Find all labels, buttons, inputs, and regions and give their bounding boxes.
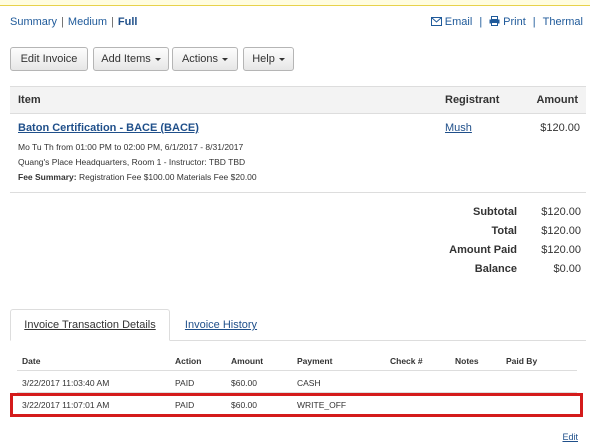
tab-transaction-details[interactable]: Invoice Transaction Details	[10, 309, 170, 341]
view-summary-link[interactable]: Summary	[10, 16, 57, 28]
edit-link[interactable]: Edit	[562, 432, 578, 442]
tab-invoice-history-label: Invoice History	[184, 319, 258, 331]
item-title-link[interactable]: Baton Certification - BACE (BACE)	[18, 122, 199, 134]
actions-label: Actions	[181, 53, 219, 65]
fee-summary-label: Fee Summary:	[18, 172, 77, 182]
payment-column-header: Payment	[297, 356, 333, 366]
item-fee-summary: Fee Summary: Registration Fee $100.00 Ma…	[18, 172, 257, 182]
item-location: Quang's Place Headquarters, Room 1 - Ins…	[18, 157, 246, 167]
top-notice-border	[0, 0, 590, 6]
registrant-column-header: Registrant	[445, 94, 500, 106]
thermal-link[interactable]: Thermal	[543, 16, 583, 28]
subtotal-label: Subtotal	[473, 206, 517, 218]
view-medium-link[interactable]: Medium	[68, 16, 107, 28]
table-header-divider	[17, 370, 577, 371]
separator: |	[532, 16, 536, 28]
edit-invoice-label: Edit Invoice	[20, 53, 78, 65]
email-label: Email	[444, 16, 473, 28]
highlight-annotation-box	[10, 393, 583, 417]
help-label: Help	[252, 53, 275, 65]
email-link[interactable]: Email	[430, 16, 473, 28]
amount-paid-label: Amount Paid	[449, 244, 517, 256]
caret-down-icon	[154, 57, 161, 61]
transaction-payment: CASH	[297, 378, 321, 388]
balance-label: Balance	[474, 263, 517, 275]
view-full-link[interactable]: Full	[118, 16, 138, 28]
transaction-amount: $60.00	[231, 378, 257, 388]
tab-invoice-history[interactable]: Invoice History	[175, 309, 267, 341]
actions-button[interactable]: Actions	[172, 47, 238, 71]
view-switcher: Summary | Medium | Full	[10, 16, 137, 28]
utility-links: Email | Print | Thermal	[430, 16, 583, 28]
tab-transaction-details-label: Invoice Transaction Details	[24, 319, 156, 331]
print-label: Print	[503, 16, 526, 28]
balance-value: $0.00	[553, 263, 581, 275]
paid-by-column-header: Paid By	[506, 356, 538, 366]
transaction-date: 3/22/2017 11:03:40 AM	[22, 378, 110, 388]
item-column-header: Item	[18, 94, 41, 106]
item-table-header: Item Registrant Amount	[10, 86, 586, 114]
separator: |	[479, 16, 483, 28]
registrant-link[interactable]: Mush	[445, 122, 472, 134]
amount-paid-value: $120.00	[541, 244, 581, 256]
amount-column-header: Amount	[536, 94, 578, 106]
envelope-icon	[430, 17, 442, 26]
caret-down-icon	[278, 57, 285, 61]
caret-down-icon	[222, 57, 229, 61]
separator: |	[61, 16, 64, 28]
notes-column-header: Notes	[455, 356, 479, 366]
total-value: $120.00	[541, 225, 581, 237]
date-column-header: Date	[22, 356, 41, 366]
help-button[interactable]: Help	[243, 47, 294, 71]
separator: |	[111, 16, 114, 28]
check-column-header: Check #	[390, 356, 423, 366]
fee-summary-text: Registration Fee $100.00 Materials Fee $…	[78, 172, 257, 182]
subtotal-value: $120.00	[541, 206, 581, 218]
item-schedule: Mo Tu Th from 01:00 PM to 02:00 PM, 6/1/…	[18, 142, 244, 152]
add-items-button[interactable]: Add Items	[93, 47, 169, 71]
transaction-action: PAID	[175, 378, 195, 388]
printer-icon	[489, 16, 500, 26]
edit-invoice-button[interactable]: Edit Invoice	[10, 47, 88, 71]
total-label: Total	[491, 225, 517, 237]
item-amount: $120.00	[540, 122, 580, 134]
action-column-header: Action	[175, 356, 202, 366]
divider	[10, 192, 586, 193]
print-link[interactable]: Print	[489, 16, 526, 28]
add-items-label: Add Items	[101, 53, 151, 65]
amount-column-header: Amount	[231, 356, 264, 366]
